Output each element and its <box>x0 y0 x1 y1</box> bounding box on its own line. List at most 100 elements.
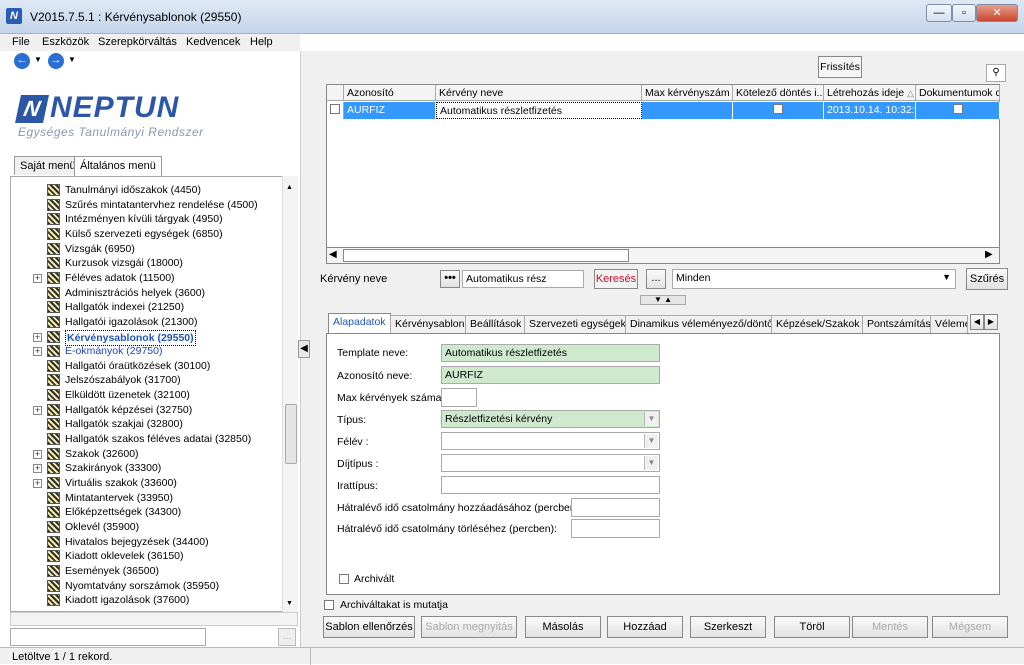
restore-button[interactable]: ▫ <box>952 4 976 22</box>
tree-horizontal-scrollbar[interactable] <box>10 612 298 626</box>
tree-item[interactable]: Oklevél (35900) <box>11 520 283 535</box>
tree-item[interactable]: Kiadott oklevelek (36150) <box>11 549 283 564</box>
show-archived-checkbox[interactable] <box>324 600 334 610</box>
tree-item[interactable]: Előképzettségek (34300) <box>11 505 283 520</box>
fee-type-select[interactable]: ▼ <box>441 454 660 472</box>
filter-name-input[interactable]: Automatikus rész <box>462 270 584 288</box>
tree-item[interactable]: Vizsgák (6950) <box>11 242 283 257</box>
save-button[interactable]: Mentés <box>852 616 928 638</box>
archived-checkbox[interactable] <box>339 574 349 584</box>
tree-item[interactable]: + Szakok (32600) <box>11 447 283 462</box>
tab-dynamic-reviewer[interactable]: Dinamikus véleményező/döntő <box>625 315 778 333</box>
tab-general-menu[interactable]: Általános menü <box>74 156 162 176</box>
expand-icon[interactable]: + <box>33 479 42 488</box>
cell-documents[interactable] <box>916 102 1000 119</box>
expand-icon[interactable]: + <box>33 464 42 474</box>
grid-header-id[interactable]: Azonosító <box>344 85 436 101</box>
menu-tools[interactable]: Eszközök <box>42 36 89 48</box>
back-icon[interactable]: ← <box>14 53 30 69</box>
tab-scroll-right-icon[interactable]: ▶ <box>984 314 998 330</box>
menu-search-more-button[interactable]: ... <box>278 628 296 646</box>
delete-button[interactable]: Töröl <box>774 616 850 638</box>
tab-trainings[interactable]: Képzések/Szakok <box>771 315 865 333</box>
grid-header-name[interactable]: Kérvény neve <box>436 85 642 101</box>
grid-header-max[interactable]: Max kérvényszám <box>642 85 733 101</box>
tree-item[interactable]: Mintatantervek (33950) <box>11 491 283 506</box>
pin-icon[interactable]: ⚲ <box>986 64 1006 82</box>
menu-search-input[interactable] <box>10 628 206 646</box>
template-open-button[interactable]: Sablon megnyitás <box>421 616 517 638</box>
cell-name[interactable]: Automatikus részletfizetés <box>436 102 642 119</box>
tree-item[interactable]: Intézményen kívüli tárgyak (4950) <box>11 212 283 227</box>
scroll-up-icon[interactable]: ▲ <box>286 184 293 191</box>
tree-item[interactable]: + Szakirányok (33300) <box>11 461 283 476</box>
tree-item[interactable]: + Féléves adatok (11500) <box>11 271 283 286</box>
tree-item[interactable]: Kurzusok vizsgái (18000) <box>11 256 283 271</box>
tree-item[interactable]: Hallgatók szakos féléves adatai (32850) <box>11 432 283 447</box>
tree-item[interactable]: Hallgatók szakjai (32800) <box>11 417 283 432</box>
collapse-left-icon[interactable]: ◀ <box>298 340 310 358</box>
grid-header-documents[interactable]: Dokumentumok c... <box>916 85 1000 101</box>
tab-own-menu[interactable]: Saját menü <box>14 156 82 175</box>
scroll-left-icon[interactable]: ◀ <box>329 249 337 260</box>
edit-button[interactable]: Szerkeszt <box>690 616 766 638</box>
minimize-button[interactable]: — <box>926 4 952 22</box>
forward-icon[interactable]: → <box>48 53 64 69</box>
tree-item[interactable]: Kiadott igazolások (37600) <box>11 593 283 608</box>
tab-org-units[interactable]: Szervezeti egységek <box>524 315 631 333</box>
tab-scroll-left-icon[interactable]: ◀ <box>970 314 984 330</box>
tree-item[interactable]: Hivatalos bejegyzések (34400) <box>11 535 283 550</box>
panel-resize-icon[interactable]: ▼ ▲ <box>640 295 686 305</box>
forward-dropdown-icon[interactable]: ▼ <box>68 55 76 64</box>
menu-file[interactable]: File <box>12 36 30 48</box>
tree-item[interactable]: Szűrés mintatantervhez rendelése (4500) <box>11 198 283 213</box>
filter-scope-select[interactable]: Minden ▼ <box>672 269 956 289</box>
refresh-button[interactable]: Frissítés <box>818 56 862 78</box>
expand-icon[interactable]: + <box>33 332 42 342</box>
expand-icon[interactable]: + <box>33 449 42 459</box>
cell-id[interactable]: AURFIZ <box>344 102 436 119</box>
filter-button[interactable]: Szűrés <box>966 268 1008 290</box>
template-check-button[interactable]: Sablon ellenőrzés <box>323 616 415 638</box>
expand-icon[interactable]: + <box>33 405 42 415</box>
tree-item[interactable]: + Hallgatók képzései (32750) <box>11 403 283 418</box>
tab-basic-data[interactable]: Alapadatok <box>328 313 391 334</box>
template-name-field[interactable]: Automatikus részletfizetés <box>441 344 660 362</box>
expand-icon[interactable]: + <box>33 347 42 357</box>
copy-button[interactable]: Másolás <box>525 616 601 638</box>
id-name-field[interactable]: AURFIZ <box>441 366 660 384</box>
tab-settings[interactable]: Beállítások <box>465 315 527 333</box>
tree-item[interactable]: Külső szervezeti egységek (6850) <box>11 227 283 242</box>
tree-item[interactable]: Elküldött üzenetek (32100) <box>11 388 283 403</box>
filter-options-icon[interactable]: ••• <box>440 270 460 288</box>
tree-item[interactable]: + Virtuális szakok (33600) <box>11 476 283 491</box>
tab-request-template[interactable]: Kérvénysablon <box>390 315 470 333</box>
menu-role-switch[interactable]: Szerepkörváltás <box>98 36 177 48</box>
tree-item[interactable]: Hallgatói igazolások (21300) <box>11 315 283 330</box>
tab-opinions[interactable]: Vélemé <box>930 315 968 333</box>
semester-select[interactable]: ▼ <box>441 432 660 450</box>
tree-item[interactable]: Adminisztrációs helyek (3600) <box>11 286 283 301</box>
row-select-checkbox[interactable] <box>327 102 344 119</box>
tree-item[interactable]: + E-okmányok (29750) <box>11 344 283 359</box>
close-button[interactable]: ✕ <box>976 4 1018 22</box>
cancel-button[interactable]: Mégsem <box>932 616 1008 638</box>
scroll-right-icon[interactable]: ▶ <box>985 249 993 260</box>
back-dropdown-icon[interactable]: ▼ <box>34 55 42 64</box>
grid-header-mandatory[interactable]: Kötelező döntés i... <box>733 85 824 101</box>
expand-icon[interactable]: + <box>33 273 42 283</box>
type-select[interactable]: Részletfizetési kérvény ▼ <box>441 410 660 428</box>
tab-scoring[interactable]: Pontszámítás <box>862 315 936 333</box>
tree-vertical-scrollbar[interactable]: ▲ ▼ <box>282 176 298 612</box>
cell-created[interactable]: 2013.10.14. 10:32:5 <box>824 102 916 119</box>
scrollbar-thumb[interactable] <box>285 404 297 464</box>
remaining-delete-field[interactable] <box>571 519 660 538</box>
tree-item[interactable]: Hallgatók indexei (21250) <box>11 300 283 315</box>
tree-item[interactable]: Események (36500) <box>11 564 283 579</box>
file-type-field[interactable] <box>441 476 660 494</box>
tree-item[interactable]: Nyomtatvány sorszámok (35950) <box>11 579 283 594</box>
tree-item[interactable]: + Kérvénysablonok (29550) <box>11 329 283 346</box>
scroll-down-icon[interactable]: ▼ <box>286 600 293 607</box>
tree-item[interactable]: Tanulmányi időszakok (4450) <box>11 183 283 198</box>
search-button[interactable]: Keresés <box>594 269 638 289</box>
